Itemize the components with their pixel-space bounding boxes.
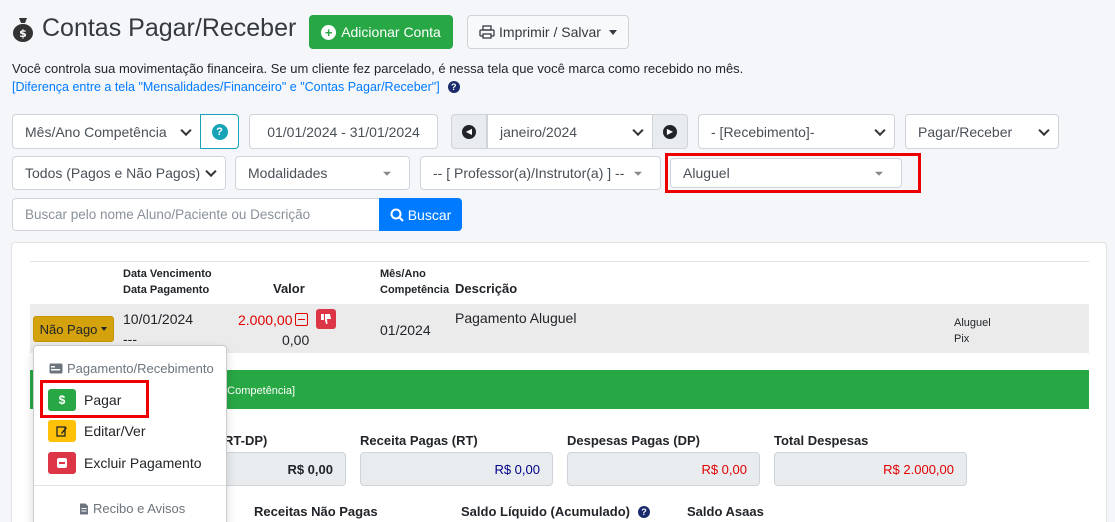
thumbs-down-icon (321, 314, 331, 324)
despesa-value: R$ 0,00 (567, 452, 760, 486)
payment-status-value: Todos (Pagos e Não Pagos) (25, 165, 201, 181)
status-label: Não Pago (39, 321, 98, 337)
col-pay-date: Data Pagamento (123, 284, 210, 296)
search-input[interactable]: Buscar pelo nome Aluno/Paciente ou Descr… (12, 198, 380, 231)
competencia-help-button[interactable]: ? (200, 114, 239, 149)
menu-header-label: Pagamento/Recebimento (67, 361, 214, 376)
summary-bar-text: o Competência] (218, 385, 296, 397)
col-competencia-header: Mês/Ano Competência (380, 266, 449, 298)
amount-due: 2.000,00 (238, 312, 293, 328)
payment-status-select[interactable]: Todos (Pagos e Não Pagos) (12, 156, 226, 190)
caret-down-icon (608, 29, 617, 35)
receitas-nao-pagas-label: Receitas Não Pagas (254, 504, 378, 519)
competencia-value: Mês/Ano Competência (25, 123, 167, 140)
category-name: Aluguel (954, 317, 991, 329)
saldo-asaas-label: Saldo Asaas (687, 504, 764, 519)
menu-divider (34, 485, 226, 486)
page-description: Você controla sua movimentação financeir… (12, 61, 744, 76)
file-icon (80, 503, 88, 514)
amount-paid: 0,00 (282, 332, 310, 348)
next-month-button[interactable]: ▶ (652, 114, 688, 149)
search-placeholder: Buscar pelo nome Aluno/Paciente ou Descr… (25, 207, 311, 222)
print-save-dropdown[interactable]: Imprimir / Salvar (467, 15, 629, 49)
modalidades-select[interactable]: Modalidades (235, 156, 410, 190)
pay-label: Pagar (84, 392, 122, 408)
recebimento-select[interactable]: - [Recebimento]- (698, 114, 895, 149)
date-range-value: 01/01/2024 - 31/01/2024 (267, 123, 420, 140)
page-title: Contas Pagar/Receber (42, 14, 297, 42)
minus-square-icon (48, 452, 76, 474)
total-despesas-label: Total Despesas (774, 433, 869, 448)
print-save-label: Imprimir / Salvar (499, 24, 601, 40)
recebimento-value: - [Recebimento]- (711, 123, 815, 140)
search-button-label: Buscar (407, 206, 452, 223)
search-icon (390, 208, 404, 222)
prev-month-button[interactable]: ◀ (451, 114, 487, 149)
add-account-label: Adicionar Conta (341, 24, 441, 40)
receipt-section: Recibo e Avisos (79, 501, 185, 516)
col-descricao-header: Descrição (455, 281, 518, 296)
due-date: 10/01/2024 (123, 311, 194, 327)
month-select[interactable]: janeiro/2024 (487, 114, 653, 149)
saldo-liquido-label-row: Saldo Líquido (Acumulado) ? (461, 504, 650, 519)
page-header: $ Contas Pagar/Receber (12, 14, 296, 43)
question-circle-icon[interactable]: ? (638, 505, 650, 518)
modalidades-value: Modalidades (248, 165, 328, 181)
table-top-divider (30, 261, 1089, 262)
delete-menu-item[interactable]: Excluir Pagamento (48, 452, 202, 474)
question-icon: ? (211, 123, 228, 140)
caret-down-icon (101, 327, 108, 331)
total-despesas-value: R$ 2.000,00 (774, 452, 967, 486)
description-cell: Pagamento Aluguel (455, 310, 577, 326)
status-dropdown-menu: Pagamento/Recebimento $ Pagar Editar/Ver… (33, 345, 227, 522)
category-cell: Aluguel Pix (954, 315, 991, 347)
search-button[interactable]: Buscar (379, 198, 462, 231)
category-value: Aluguel (683, 165, 730, 181)
col-due-date: Data Vencimento (123, 268, 212, 280)
delete-label: Excluir Pagamento (84, 455, 202, 471)
col-dates-header: Data Vencimento Data Pagamento (123, 266, 212, 298)
edit-menu-item[interactable]: Editar/Ver (48, 420, 145, 442)
money-bag-icon: $ (13, 17, 33, 42)
receita-value: R$ 0,00 (360, 452, 553, 486)
id-card-icon (49, 363, 63, 374)
professor-select[interactable]: -- [ Professor(a)/Instrutor(a) ] -- (420, 156, 661, 190)
col-comp-line2: Competência (380, 284, 450, 296)
chevron-right-icon: ▶ (663, 124, 677, 139)
menu-header: Pagamento/Recebimento (49, 361, 214, 376)
saldo-liquido-label: Saldo Líquido (Acumulado) (461, 504, 630, 519)
chevron-left-icon: ◀ (462, 124, 476, 139)
pagar-receber-value: Pagar/Receber (918, 123, 1013, 140)
col-comp-line1: Mês/Ano (380, 268, 426, 280)
rt-dp-value: R$ 0,00 (220, 452, 346, 486)
difference-help-link[interactable]: [Diferença entre a tela "Mensalidades/Fi… (12, 80, 440, 94)
month-value: janeiro/2024 (500, 123, 578, 140)
plus-circle-icon: + (321, 24, 337, 40)
pagar-receber-select[interactable]: Pagar/Receber (905, 114, 1059, 149)
help-link-row: [Diferença entre a tela "Mensalidades/Fi… (12, 80, 460, 94)
thumbs-down-button[interactable] (316, 309, 336, 329)
question-circle-icon[interactable]: ? (447, 81, 460, 93)
rt-dp-label: RT-DP) (224, 433, 268, 448)
receita-label: Receita Pagas (RT) (360, 433, 478, 448)
competencia-cell: 01/2024 (380, 322, 431, 338)
printer-icon (479, 25, 495, 39)
payment-method: Pix (954, 333, 970, 345)
edit-icon (48, 420, 76, 442)
edit-label: Editar/Ver (84, 423, 146, 439)
status-dropdown-button[interactable]: Não Pago (33, 316, 114, 342)
date-range-input[interactable]: 01/01/2024 - 31/01/2024 (249, 114, 438, 149)
minus-square-icon[interactable] (295, 313, 308, 326)
col-valor-header: Valor (273, 281, 305, 296)
despesa-label: Despesas Pagas (DP) (567, 433, 700, 448)
dollar-icon: $ (48, 389, 76, 411)
svg-text:$: $ (19, 27, 27, 40)
pay-menu-item[interactable]: $ Pagar (48, 389, 121, 411)
competencia-select[interactable]: Mês/Ano Competência (12, 114, 201, 149)
category-select[interactable]: Aluguel (670, 158, 902, 188)
receipt-label: Recibo e Avisos (93, 501, 186, 516)
professor-value: -- [ Professor(a)/Instrutor(a) ] -- (433, 165, 625, 181)
add-account-button[interactable]: + Adicionar Conta (309, 15, 453, 49)
